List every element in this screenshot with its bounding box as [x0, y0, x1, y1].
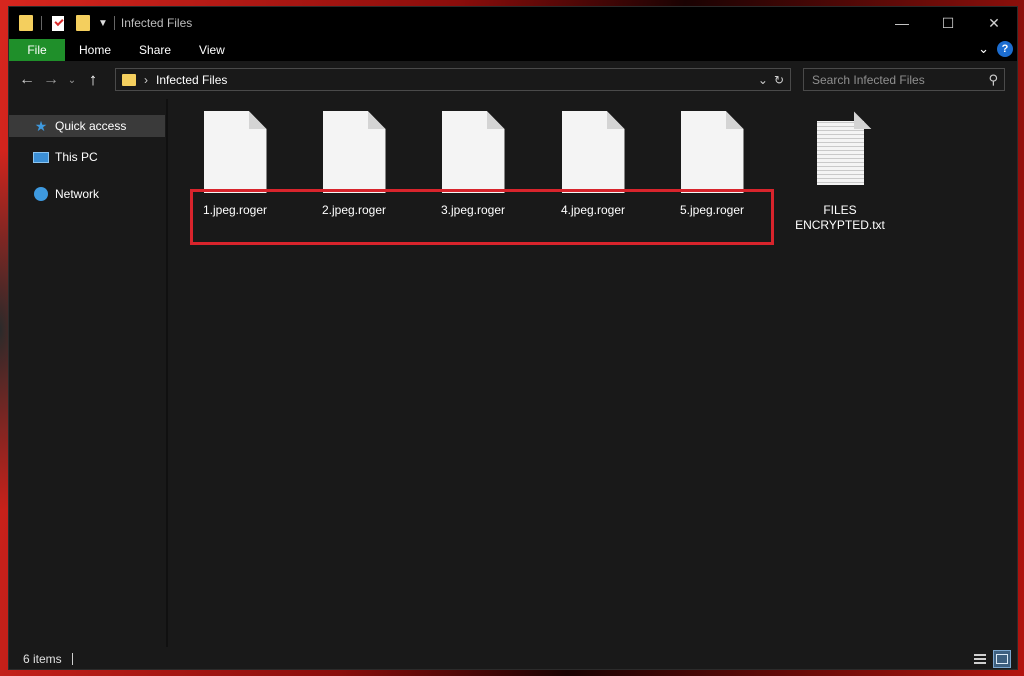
close-button[interactable]: ✕: [971, 7, 1017, 39]
search-box[interactable]: ⚲: [803, 68, 1005, 91]
status-separator: [71, 653, 73, 665]
help-icon[interactable]: ?: [997, 41, 1013, 57]
maximize-button[interactable]: ☐: [925, 7, 971, 39]
star-icon: ★: [34, 117, 48, 134]
expand-ribbon-icon[interactable]: ⌄: [978, 41, 989, 57]
navigation-bar: ← → ⌄ ↑ › Infected Files ⌄ ↻ ⚲: [9, 61, 1017, 99]
window-controls: — ☐ ✕: [879, 7, 1017, 39]
up-arrow-icon[interactable]: ↑: [81, 70, 105, 90]
refresh-icon[interactable]: ↻: [774, 73, 784, 87]
highlight-box: [190, 189, 774, 245]
minimize-button[interactable]: —: [879, 7, 925, 39]
sidebar-item-network[interactable]: Network: [9, 183, 165, 205]
item-count: 6 items: [23, 652, 62, 666]
search-input[interactable]: [804, 72, 974, 87]
recent-locations-icon[interactable]: ⌄: [63, 75, 81, 86]
breadcrumb-infected-files[interactable]: Infected Files: [156, 73, 227, 87]
blank-document-icon: [561, 111, 625, 193]
tab-file[interactable]: File: [9, 39, 65, 61]
new-folder-icon[interactable]: [76, 15, 90, 31]
computer-icon: [33, 150, 49, 164]
ribbon-tabs: File Home Share View ⌄ ?: [9, 39, 1017, 61]
back-arrow-icon[interactable]: ←: [15, 71, 39, 89]
sidebar-item-label: This PC: [55, 150, 98, 164]
title-bar: ▼ Infected Files — ☐ ✕: [9, 7, 1017, 39]
tab-view[interactable]: View: [185, 43, 239, 57]
sidebar-item-quick-access[interactable]: ★ Quick access: [9, 115, 165, 137]
text-document-icon: [809, 111, 872, 193]
sidebar-item-label: Network: [55, 187, 100, 201]
file-name: FILES ENCRYPTED.txt: [795, 203, 885, 232]
window-title: Infected Files: [120, 16, 193, 30]
properties-icon[interactable]: [52, 15, 64, 31]
customize-quick-access-icon[interactable]: ▼: [98, 18, 108, 29]
forward-arrow-icon[interactable]: →: [39, 71, 63, 89]
address-bar[interactable]: › Infected Files ⌄ ↻: [115, 68, 791, 91]
blank-document-icon: [680, 111, 744, 193]
search-icon[interactable]: ⚲: [988, 72, 998, 88]
sidebar-item-label: Quick access: [55, 119, 127, 133]
large-icons-view-icon[interactable]: [993, 650, 1011, 668]
address-controls: ⌄ ↻: [752, 73, 784, 87]
status-bar: 6 items: [9, 647, 1017, 669]
blank-document-icon: [441, 111, 505, 193]
file-item[interactable]: FILES ENCRYPTED.txt: [778, 111, 902, 233]
blank-document-icon: [322, 111, 386, 193]
toolbar-separator: [113, 16, 115, 30]
file-explorer-window: ▼ Infected Files — ☐ ✕ File Home Share V…: [8, 6, 1018, 670]
folder-icon: [19, 15, 33, 31]
view-toggle: [967, 650, 1011, 668]
folder-icon: [122, 73, 136, 86]
navigation-pane: ★ Quick access This PC Network: [9, 107, 165, 647]
blank-document-icon: [203, 111, 267, 193]
toolbar-separator: [41, 16, 42, 30]
network-icon: [33, 187, 49, 201]
breadcrumb-chevron-icon[interactable]: ›: [144, 73, 148, 87]
sidebar-item-this-pc[interactable]: This PC: [9, 146, 165, 168]
tab-home[interactable]: Home: [65, 43, 125, 57]
details-view-icon[interactable]: [971, 650, 989, 668]
tab-share[interactable]: Share: [125, 43, 185, 57]
file-list: 1.jpeg.roger 2.jpeg.roger 3.jpeg.roger 4…: [168, 99, 1017, 647]
address-dropdown-icon[interactable]: ⌄: [758, 73, 768, 87]
ribbon-right-controls: ⌄ ?: [978, 41, 1013, 57]
